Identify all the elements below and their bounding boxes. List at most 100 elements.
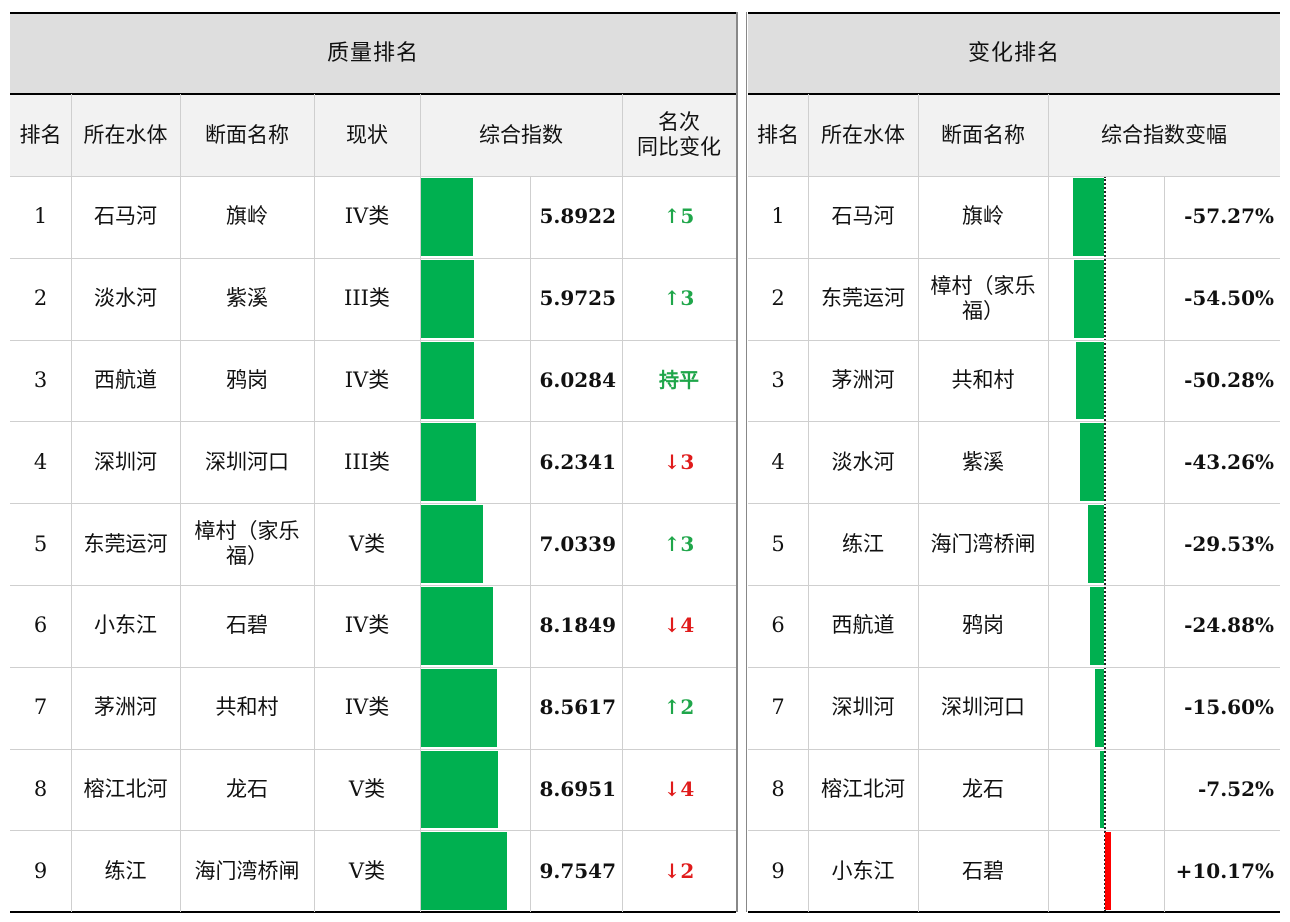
- quality-row-index: 8.5617: [539, 695, 616, 720]
- quality-header-index: 综合指数: [479, 122, 563, 147]
- quality-row-rank: 3: [33, 367, 48, 392]
- quality-row-status: III类: [344, 286, 390, 311]
- quality-row-status: V类: [348, 858, 386, 883]
- quality-index-bar: [421, 750, 498, 829]
- quality-row-section: 深圳河口: [205, 449, 289, 474]
- delta-zero-axis: [1104, 176, 1106, 913]
- quality-ranking-title: 质量排名: [326, 40, 419, 66]
- quality-row-status: V类: [348, 776, 386, 801]
- grid-line: [748, 585, 1280, 586]
- quality-row-index: 8.1849: [539, 613, 616, 638]
- grid-line: [748, 503, 1280, 504]
- change-row-section: 紫溪: [962, 449, 1004, 474]
- quality-row-change: 持平: [659, 367, 699, 392]
- change-row-water: 西航道: [831, 613, 895, 638]
- change-row-section: 龙石: [962, 776, 1004, 801]
- grid-line: [748, 830, 1280, 831]
- quality-row-index: 6.0284: [539, 367, 616, 392]
- change-header-rank: 排名: [757, 122, 799, 147]
- change-row-section: 鸦岗: [962, 613, 1004, 638]
- grid-line: [748, 258, 1280, 259]
- change-row-section: 深圳河口: [941, 695, 1025, 720]
- change-row-rank: 1: [771, 204, 785, 229]
- quality-row-index: 5.8922: [539, 204, 616, 229]
- grid-line: [748, 176, 1280, 177]
- quality-index-bar: [421, 668, 497, 747]
- quality-header-status: 现状: [346, 122, 388, 147]
- grid-line: [530, 176, 531, 913]
- quality-index-bar: [421, 259, 474, 338]
- change-row-section: 石碧: [962, 858, 1004, 883]
- quality-row-index: 6.2341: [539, 449, 616, 474]
- change-row-rank: 2: [771, 286, 785, 311]
- change-row-delta: -50.28%: [1184, 367, 1274, 392]
- change-row-water: 东莞运河: [821, 286, 905, 311]
- change-row-water: 榕江北河: [821, 776, 905, 801]
- grid-line: [748, 749, 1280, 750]
- quality-row-section: 共和村: [215, 695, 279, 720]
- quality-row-rank: 6: [33, 613, 48, 638]
- quality-row-water: 淡水河: [94, 286, 157, 311]
- quality-row-water: 深圳河: [94, 449, 157, 474]
- quality-row-change: ↑5: [663, 204, 695, 229]
- grid-line: [808, 94, 809, 913]
- quality-row-change: ↓4: [663, 613, 695, 638]
- change-row-rank: 6: [771, 613, 785, 638]
- quality-row-change: ↓2: [663, 858, 695, 883]
- quality-row-change: ↓3: [663, 449, 695, 474]
- grid-line: [10, 503, 736, 504]
- quality-header-rank: 排名: [19, 122, 62, 147]
- quality-row-section: 樟村（家乐 福）: [194, 519, 300, 569]
- change-row-delta: -43.26%: [1184, 449, 1274, 474]
- grid-line: [10, 830, 736, 831]
- change-row-delta: -54.50%: [1184, 286, 1274, 311]
- delta-bar: [1095, 668, 1104, 747]
- quality-row-change: ↑3: [663, 286, 695, 311]
- quality-row-rank: 1: [33, 204, 48, 229]
- quality-row-water: 练江: [104, 858, 147, 883]
- change-row-delta: -57.27%: [1184, 204, 1274, 229]
- change-row-section: 共和村: [951, 367, 1015, 392]
- quality-row-status: IV类: [344, 367, 390, 392]
- quality-header-section: 断面名称: [205, 122, 289, 147]
- quality-row-rank: 4: [33, 449, 48, 474]
- quality-row-water: 茅洲河: [94, 695, 157, 720]
- quality-row-status: IV类: [344, 204, 390, 229]
- grid-line: [748, 340, 1280, 341]
- grid-line: [1164, 176, 1165, 913]
- change-row-section: 樟村（家乐 福）: [930, 273, 1036, 323]
- change-header-section: 断面名称: [941, 122, 1025, 147]
- grid-line: [10, 421, 736, 422]
- grid-line: [10, 176, 736, 177]
- quality-row-water: 东莞运河: [83, 531, 168, 556]
- quality-row-status: IV类: [344, 613, 390, 638]
- change-row-rank: 7: [771, 695, 785, 720]
- change-row-section: 旗岭: [962, 204, 1004, 229]
- quality-row-water: 石马河: [94, 204, 157, 229]
- quality-row-water: 榕江北河: [83, 776, 168, 801]
- quality-row-index: 5.9725: [539, 286, 616, 311]
- change-row-delta: -24.88%: [1184, 613, 1274, 638]
- change-row-section: 海门湾桥闸: [930, 531, 1036, 556]
- change-row-delta: -29.53%: [1184, 531, 1274, 556]
- quality-row-change: ↓4: [663, 776, 695, 801]
- section-divider: [736, 12, 738, 913]
- quality-header-change: 名次 同比变化: [637, 110, 721, 159]
- quality-row-section: 鸦岗: [226, 367, 268, 392]
- quality-row-change: ↑3: [663, 531, 695, 556]
- change-row-rank: 4: [771, 449, 785, 474]
- quality-row-change: ↑2: [663, 695, 695, 720]
- change-ranking-title: 变化排名: [967, 40, 1060, 66]
- change-row-rank: 8: [771, 776, 785, 801]
- change-header-delta: 综合指数变幅: [1101, 122, 1227, 147]
- quality-row-index: 7.0339: [539, 531, 616, 556]
- quality-header-water: 所在水体: [83, 122, 168, 147]
- grid-line: [748, 667, 1280, 668]
- delta-bar: [1074, 259, 1104, 338]
- delta-bar: [1076, 341, 1104, 420]
- change-row-delta: -15.60%: [1184, 695, 1274, 720]
- change-header-water: 所在水体: [821, 122, 905, 147]
- grid-line: [10, 12, 736, 14]
- quality-row-rank: 2: [33, 286, 48, 311]
- quality-row-index: 9.7547: [539, 858, 616, 883]
